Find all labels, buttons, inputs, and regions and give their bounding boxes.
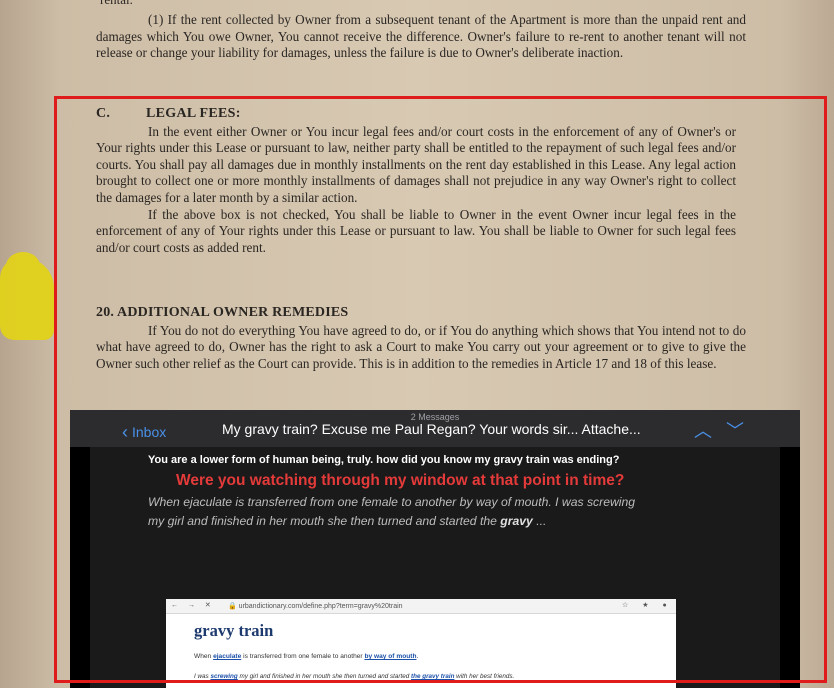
red-annotation-box [54, 96, 827, 683]
intro-paragraph-text: (1) If the rent collected by Owner from … [96, 12, 746, 61]
intro-paragraph: (1) If the rent collected by Owner from … [96, 12, 746, 62]
yellow-highlighter-mark [0, 252, 54, 340]
rental-fragment: rental. [100, 0, 133, 8]
